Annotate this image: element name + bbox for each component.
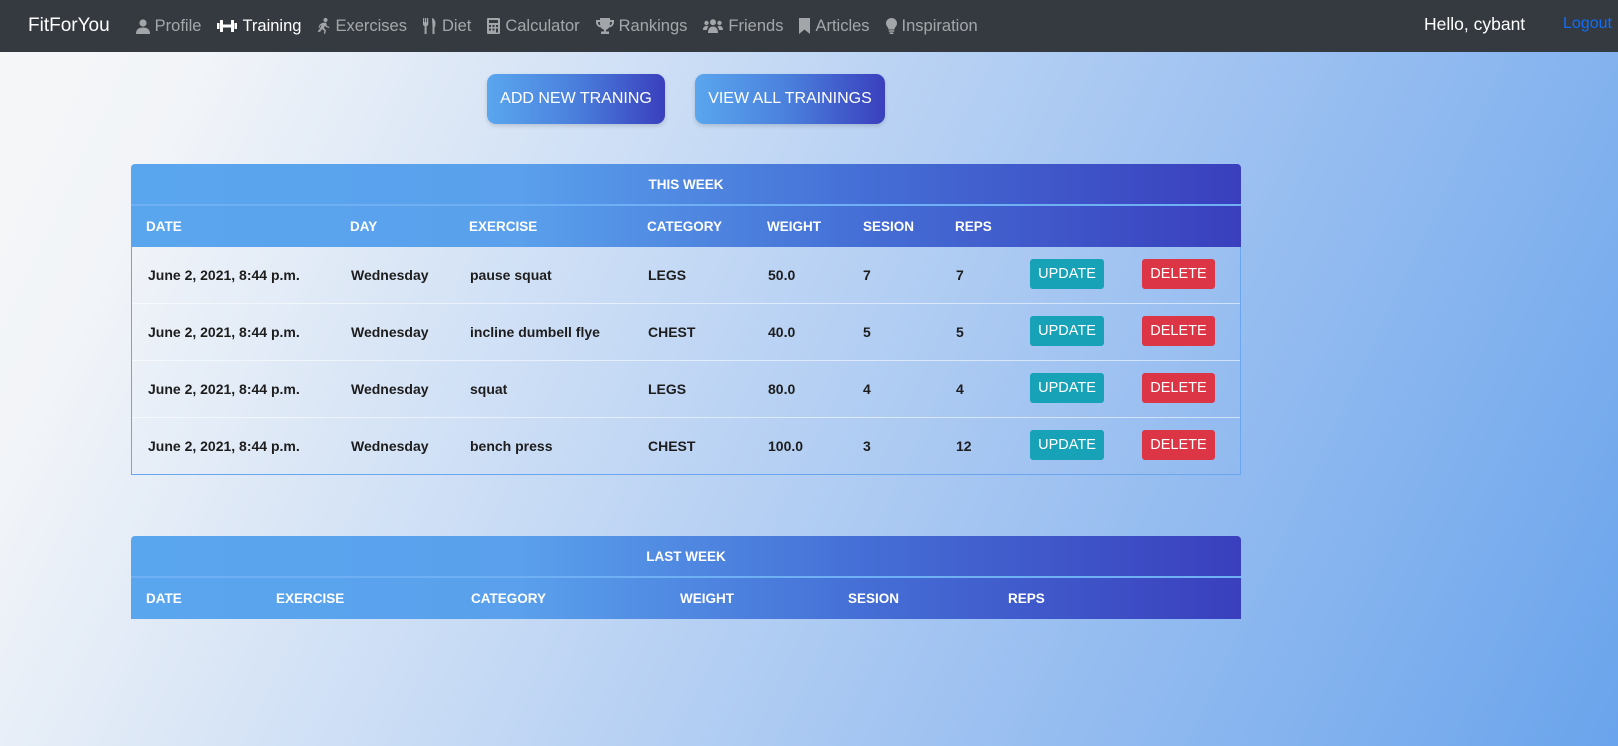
nav-item-label: Friends <box>728 16 784 35</box>
dumbbell-icon <box>217 19 238 33</box>
nav-item-label: Calculator <box>505 16 580 35</box>
cell-day: Wednesday <box>351 438 429 454</box>
cell-reps: 12 <box>956 438 972 454</box>
last-week-table: LAST WEEK DATE EXERCISE CATEGORY WEIGHT … <box>131 536 1241 619</box>
table-row: June 2, 2021, 8:44 p.m. Wednesday bench … <box>132 417 1240 474</box>
nav-item-label: Profile <box>154 16 202 35</box>
trophy-icon <box>595 18 614 34</box>
cell-reps: 5 <box>956 324 964 340</box>
user-greeting: Hello, cybant <box>1424 14 1526 34</box>
last-week-title: LAST WEEK <box>131 536 1241 576</box>
cell-exercise: pause squat <box>470 267 552 283</box>
cell-date: June 2, 2021, 8:44 p.m. <box>148 438 300 454</box>
column-header-category: CATEGORY <box>471 591 547 606</box>
cell-day: Wednesday <box>351 324 429 340</box>
add-new-training-button[interactable]: ADD NEW TRANING <box>487 74 665 124</box>
cell-exercise: bench press <box>470 438 553 454</box>
cell-date: June 2, 2021, 8:44 p.m. <box>148 381 300 397</box>
this-week-table-header: DATE DAY EXERCISE CATEGORY WEIGHT SESION… <box>131 204 1241 247</box>
update-button[interactable]: UPDATE <box>1030 373 1104 403</box>
nav-item-label: Articles <box>815 16 870 35</box>
nav-item-label: Inspiration <box>901 16 978 35</box>
this-week-table: THIS WEEK DATE DAY EXERCISE CATEGORY WEI… <box>131 164 1241 475</box>
nav-item-inspiration[interactable]: Inspiration <box>885 16 978 36</box>
table-row: June 2, 2021, 8:44 p.m. Wednesday pause … <box>132 247 1240 303</box>
delete-button[interactable]: DELETE <box>1142 259 1215 289</box>
nav-item-rankings[interactable]: Rankings <box>595 16 688 36</box>
update-button[interactable]: UPDATE <box>1030 430 1104 460</box>
users-icon <box>703 19 724 33</box>
this-week-table-body: June 2, 2021, 8:44 p.m. Wednesday pause … <box>131 247 1241 475</box>
cell-weight: 100.0 <box>768 438 804 454</box>
cell-day: Wednesday <box>351 267 429 283</box>
column-header-weight: WEIGHT <box>680 591 734 606</box>
cell-reps: 7 <box>956 267 964 283</box>
cell-category: LEGS <box>648 381 687 397</box>
cell-date: June 2, 2021, 8:44 p.m. <box>148 267 300 283</box>
column-header-sesion: SESION <box>863 219 915 234</box>
cell-exercise: squat <box>470 381 508 397</box>
utensils-icon <box>422 18 437 34</box>
cell-weight: 50.0 <box>768 267 796 283</box>
cell-category: CHEST <box>648 324 696 340</box>
nav-item-exercises[interactable]: Exercises <box>317 17 407 36</box>
nav-item-label: Rankings <box>618 16 688 35</box>
brand-logo[interactable]: FitForYou <box>28 15 110 37</box>
table-row: June 2, 2021, 8:44 p.m. Wednesday inclin… <box>132 303 1240 360</box>
view-all-trainings-button[interactable]: VIEW ALL TRAININGS <box>695 74 885 124</box>
cell-sesion: 4 <box>863 381 871 397</box>
column-header-date: DATE <box>146 219 182 234</box>
nav-item-label: Exercises <box>335 16 407 35</box>
last-week-table-header: DATE EXERCISE CATEGORY WEIGHT SESION REP… <box>131 576 1241 619</box>
column-header-sesion: SESION <box>848 591 900 606</box>
user-icon <box>135 18 150 34</box>
cell-date: June 2, 2021, 8:44 p.m. <box>148 324 300 340</box>
cell-sesion: 7 <box>863 267 871 283</box>
cell-exercise: incline dumbell flye <box>470 324 600 340</box>
column-header-reps: REPS <box>1008 591 1045 606</box>
update-button[interactable]: UPDATE <box>1030 259 1104 289</box>
column-header-reps: REPS <box>955 219 992 234</box>
cell-category: CHEST <box>648 438 696 454</box>
logout-link[interactable]: Logout <box>1563 15 1612 33</box>
nav-item-diet[interactable]: Diet <box>422 16 472 36</box>
nav-item-articles[interactable]: Articles <box>799 16 870 36</box>
nav-item-calculator[interactable]: Calculator <box>487 16 580 36</box>
column-header-weight: WEIGHT <box>767 219 821 234</box>
cell-weight: 40.0 <box>768 324 796 340</box>
cell-sesion: 3 <box>863 438 871 454</box>
cell-day: Wednesday <box>351 381 429 397</box>
cell-weight: 80.0 <box>768 381 796 397</box>
column-header-day: DAY <box>350 219 378 234</box>
delete-button[interactable]: DELETE <box>1142 430 1215 460</box>
bookmark-icon <box>799 18 811 34</box>
column-header-exercise: EXERCISE <box>469 219 538 234</box>
column-header-date: DATE <box>146 591 182 606</box>
lightbulb-icon <box>885 18 897 34</box>
nav-item-friends[interactable]: Friends <box>703 17 783 36</box>
calculator-icon <box>487 18 501 34</box>
navbar: FitForYou Profile Training Exercises Die… <box>0 0 1618 52</box>
running-icon <box>317 18 330 34</box>
cell-reps: 4 <box>956 381 964 397</box>
cell-sesion: 5 <box>863 324 871 340</box>
nav-item-label: Training <box>242 16 302 35</box>
update-button[interactable]: UPDATE <box>1030 316 1104 346</box>
delete-button[interactable]: DELETE <box>1142 316 1215 346</box>
nav-item-profile[interactable]: Profile <box>135 16 202 36</box>
column-header-exercise: EXERCISE <box>276 591 345 606</box>
column-header-category: CATEGORY <box>647 219 723 234</box>
this-week-title: THIS WEEK <box>131 164 1241 204</box>
table-row: June 2, 2021, 8:44 p.m. Wednesday squat … <box>132 360 1240 417</box>
nav-item-label: Diet <box>441 16 472 35</box>
delete-button[interactable]: DELETE <box>1142 373 1215 403</box>
cell-category: LEGS <box>648 267 687 283</box>
nav-item-training[interactable]: Training <box>217 17 301 36</box>
